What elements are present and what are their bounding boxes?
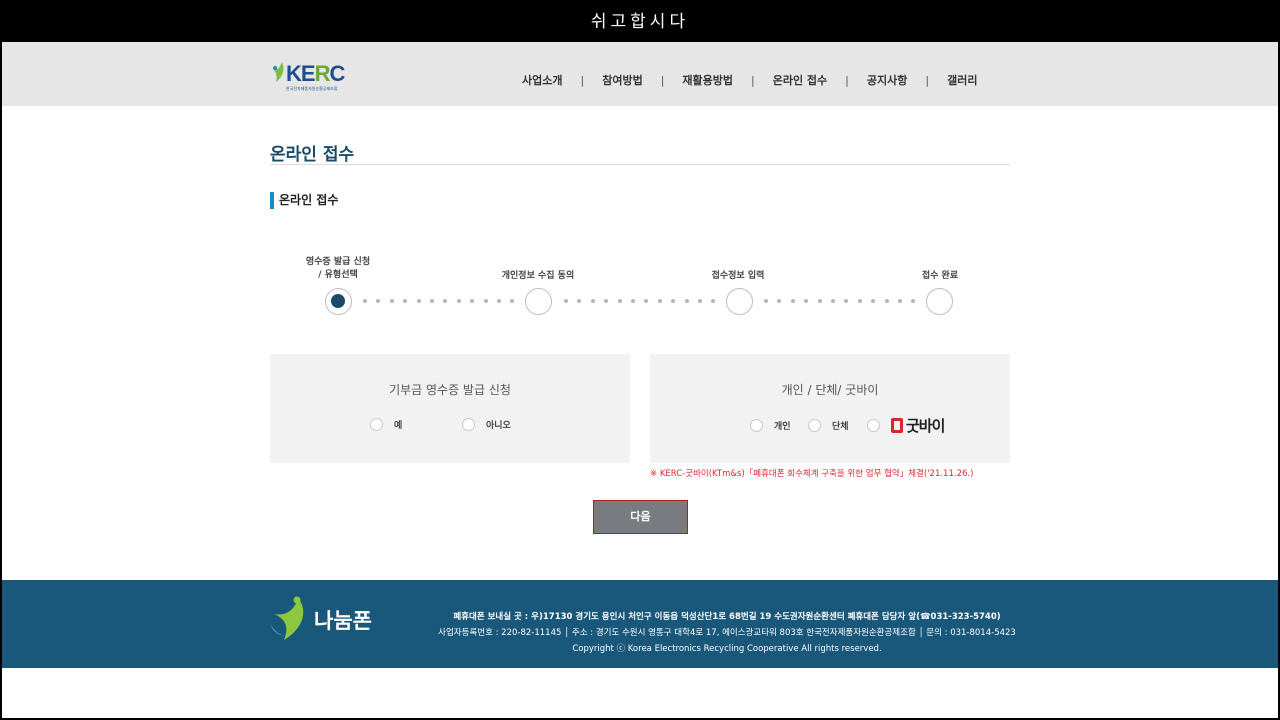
nav-item-business[interactable]: 사업소개 xyxy=(522,72,562,88)
connector-dot xyxy=(911,299,916,303)
main-nav: 사업소개 | 참여방법 | 재활용방법 | 온라인 접수 | 공지사항 | 갤러… xyxy=(522,72,977,88)
window-title: 쉬고합시다 xyxy=(0,0,1280,42)
radio-circle[interactable] xyxy=(750,419,763,432)
connector-dot xyxy=(790,299,795,303)
nanumphone-leaf-icon xyxy=(270,596,304,640)
footer-copyright: Copyright ⓒ Korea Electronics Recycling … xyxy=(572,644,882,654)
connector-dot xyxy=(363,299,367,303)
receipt-request-card: 기부금 영수증 발급 신청 예 아니오 xyxy=(270,354,630,463)
radio-receipt-no[interactable]: 아니오 xyxy=(462,418,511,431)
connector-dot xyxy=(671,299,676,303)
nav-item-recycling[interactable]: 재활용방법 xyxy=(682,72,733,88)
connector-dot xyxy=(577,299,582,303)
radio-label: 아니오 xyxy=(486,421,511,431)
step-1-indicator xyxy=(325,288,352,315)
nav-separator: | xyxy=(845,73,849,87)
nav-item-notice[interactable]: 공지사항 xyxy=(867,72,907,88)
radio-label: 개인 xyxy=(774,422,791,432)
connector-dot xyxy=(657,299,662,303)
connector-dot xyxy=(430,299,434,303)
radio-type-individual[interactable]: 개인 xyxy=(750,419,791,432)
nav-item-online-apply[interactable]: 온라인 접수 xyxy=(773,72,827,88)
connector-dot xyxy=(898,299,902,303)
footer-shipping-address: 폐휴대폰 보내실 곳 : 우)17130 경기도 용인시 처인구 이동읍 덕성산… xyxy=(453,612,1001,622)
connector-dot xyxy=(644,299,649,303)
logo-text: KERC xyxy=(286,61,345,86)
connector-dot xyxy=(443,299,448,303)
footer-logo-text: 나눔폰 xyxy=(314,609,372,633)
connector-dot xyxy=(604,299,609,303)
connector-dot xyxy=(389,299,394,303)
radio-label: 예 xyxy=(394,421,403,431)
site-footer: 나눔폰 폐휴대폰 보내실 곳 : 우)17130 경기도 용인시 처인구 이동읍… xyxy=(2,580,1278,668)
connector-dot xyxy=(684,299,689,303)
connector-dot xyxy=(884,299,889,303)
step-4-indicator xyxy=(926,288,953,315)
nav-item-participation[interactable]: 참여방법 xyxy=(602,72,642,88)
receipt-card-title: 기부금 영수증 발급 신청 xyxy=(389,383,511,397)
radio-circle[interactable] xyxy=(370,418,383,431)
nanumphone-logo: 나눔폰 xyxy=(268,594,398,644)
radio-type-group[interactable]: 단체 xyxy=(808,419,849,432)
type-card-title: 개인 / 단체/ 굿바이 xyxy=(781,383,879,397)
connector-dot xyxy=(483,299,488,303)
radio-circle[interactable] xyxy=(867,419,880,432)
connector-dot xyxy=(497,299,501,303)
page-frame: KERC 한국전자제품자원순환공제조합 사업소개 | 참여방법 | 재활용방법 … xyxy=(2,42,1278,718)
next-button[interactable]: 다음 xyxy=(593,500,688,534)
connector-dot xyxy=(871,299,876,303)
connector-dot xyxy=(804,299,809,303)
connector-dot xyxy=(510,299,515,303)
site-header: KERC 한국전자제품자원순환공제조합 사업소개 | 참여방법 | 재활용방법 … xyxy=(2,42,1278,106)
nav-separator: | xyxy=(925,73,930,87)
connector-dot xyxy=(564,299,568,303)
footer-company-info: 사업자등록번호 : 220-82-11145 │ 주소 : 경기도 수원시 영통… xyxy=(438,628,1016,638)
connector-dot xyxy=(711,299,716,303)
nav-separator: | xyxy=(751,73,755,87)
connector-dot xyxy=(376,299,381,303)
page-title: 온라인 접수 xyxy=(270,145,355,165)
connector-dot xyxy=(777,299,782,303)
connector-dot xyxy=(617,299,622,303)
nav-separator: | xyxy=(660,73,665,87)
radio-receipt-yes[interactable]: 예 xyxy=(370,418,402,431)
step-2-indicator xyxy=(525,288,552,315)
partnership-notice: ※ KERC-굿바이(KTm&s)「폐휴대폰 회수체계 구축을 위한 업무 협약… xyxy=(650,469,974,479)
connector-dot xyxy=(844,299,849,303)
connector-dot xyxy=(764,299,768,303)
logo-subtext: 한국전자제품자원순환공제조합 xyxy=(286,86,338,91)
step-4-label: 접수 완료 xyxy=(921,271,959,281)
section-title: 온라인 접수 xyxy=(270,192,338,209)
title-divider xyxy=(270,164,1010,165)
connector-dot xyxy=(470,299,475,303)
connector-dot xyxy=(817,299,822,303)
nav-separator: | xyxy=(580,73,585,87)
goodbye-logo: 굿바이 xyxy=(891,415,945,436)
connector-dot xyxy=(631,299,635,303)
connector-dot xyxy=(456,299,461,303)
leaf-icon xyxy=(273,62,284,82)
radio-type-goodbye[interactable]: 굿바이 xyxy=(867,415,945,436)
nav-item-gallery[interactable]: 갤러리 xyxy=(947,72,977,88)
footer-info: 폐휴대폰 보내실 곳 : 우)17130 경기도 용인시 처인구 이동읍 덕성산… xyxy=(402,609,1052,657)
goodbye-mark-icon xyxy=(891,418,903,433)
radio-circle[interactable] xyxy=(808,419,821,432)
connector-dot xyxy=(403,299,408,303)
connector-dot xyxy=(831,299,835,303)
applicant-type-card: 개인 / 단체/ 굿바이 개인 단체 굿바이 xyxy=(650,354,1010,463)
connector-dot xyxy=(416,299,421,303)
connector-dot xyxy=(590,299,595,303)
step-1-label: 영수증 발급 신청 / 유형선택 xyxy=(305,257,371,280)
radio-circle[interactable] xyxy=(462,418,475,431)
step-3-label: 접수정보 입력 xyxy=(711,271,765,281)
connector-dot xyxy=(698,299,702,303)
connector-dot xyxy=(857,299,862,303)
kerc-logo[interactable]: KERC 한국전자제품자원순환공제조합 xyxy=(268,56,348,96)
step-2-label: 개인정보 수집 동의 xyxy=(501,271,575,281)
radio-label: 단체 xyxy=(832,422,849,432)
step-3-indicator xyxy=(726,288,753,315)
